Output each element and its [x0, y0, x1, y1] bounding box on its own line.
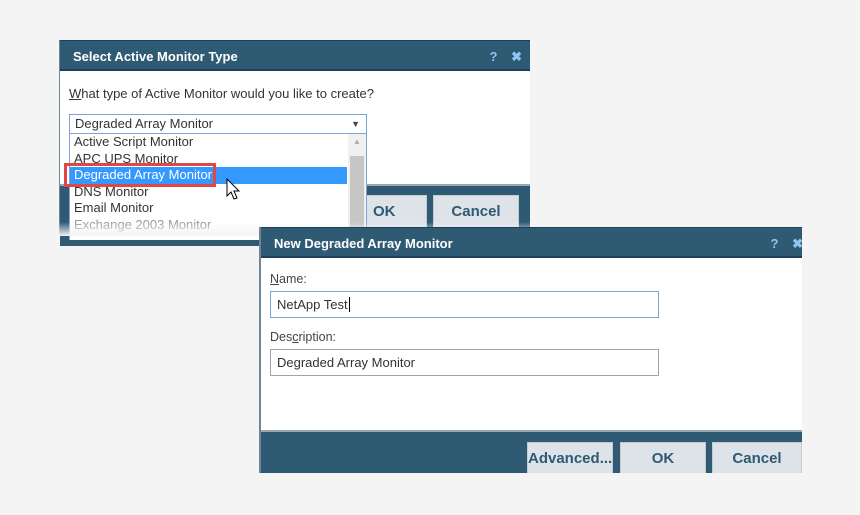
monitor-type-prompt: What type of Active Monitor would you li… [69, 86, 374, 101]
new-degraded-array-monitor-dialog: New Degraded Array Monitor ? ✖ Name: Net… [259, 227, 802, 473]
dialog-title: Select Active Monitor Type [73, 49, 238, 64]
monitor-type-dropdown[interactable]: Degraded Array Monitor ▼ [69, 114, 367, 134]
mouse-pointer-icon [226, 178, 241, 200]
list-option[interactable]: Active Script Monitor [70, 134, 347, 151]
name-label: Name: [270, 272, 307, 286]
help-icon[interactable]: ? [771, 236, 779, 251]
name-input[interactable]: NetApp Test [270, 291, 659, 318]
dialog-titlebar[interactable]: Select Active Monitor Type ? ✖ [60, 40, 530, 71]
list-option[interactable]: Email Monitor [70, 200, 347, 217]
highlight-box [64, 163, 216, 187]
description-input[interactable]: Degraded Array Monitor [270, 349, 659, 376]
advanced-button[interactable]: Advanced... [527, 442, 613, 473]
ok-button[interactable]: OK [620, 442, 706, 473]
help-icon[interactable]: ? [490, 49, 498, 64]
dialog-titlebar[interactable]: New Degraded Array Monitor ? ✖ [261, 227, 802, 258]
close-icon[interactable]: ✖ [511, 49, 522, 64]
select-monitor-type-dialog: Select Active Monitor Type ? ✖ What type… [59, 40, 530, 246]
dialog-title: New Degraded Array Monitor [274, 236, 453, 251]
description-label: Description: [270, 330, 337, 344]
dropdown-value: Degraded Array Monitor [75, 116, 214, 131]
close-icon[interactable]: ✖ [792, 236, 802, 251]
dropdown-arrow-icon[interactable]: ▼ [351, 115, 360, 133]
dialog-footer: Advanced... OK Cancel [261, 430, 802, 473]
scroll-up-icon[interactable]: ▲ [348, 134, 366, 150]
cancel-button[interactable]: Cancel [712, 442, 802, 473]
